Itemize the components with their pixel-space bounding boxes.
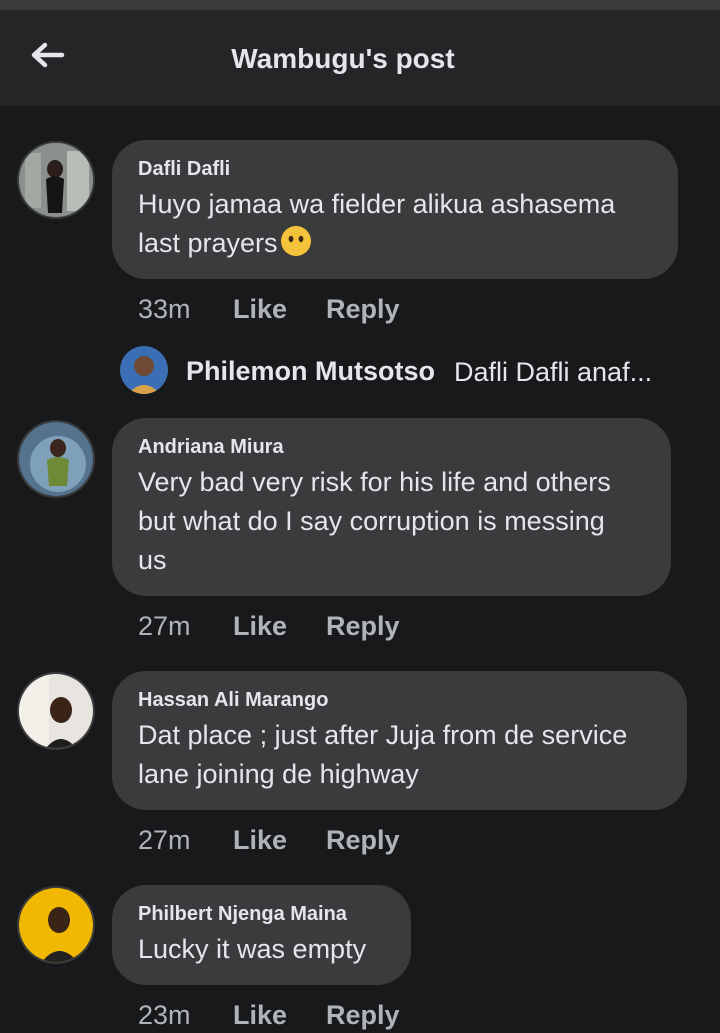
status-bar (0, 0, 720, 10)
comment-time: 23m (138, 1000, 191, 1030)
like-button[interactable]: Like (233, 825, 287, 856)
no-mouth-face-emoji (280, 226, 311, 256)
header: Wambugu's post (0, 10, 720, 106)
like-button[interactable]: Like (233, 1000, 287, 1031)
comment-author[interactable]: Dafli Dafli (138, 157, 652, 181)
like-button[interactable]: Like (233, 611, 287, 642)
reply-author[interactable]: Philemon Mutsotso (186, 356, 435, 387)
comment-text-line: last prayers (138, 224, 652, 263)
comment-time: 33m (138, 294, 191, 324)
comment-text: Dat place ; just after Juja from de serv… (138, 716, 661, 794)
comment-text: Lucky it was empty (138, 930, 385, 969)
comment-bubble: Dafli Dafli Huyo jamaa wa fielder alikua… (112, 140, 678, 279)
comment-bubble: Hassan Ali Marango Dat place ; just afte… (112, 671, 687, 810)
comment-author[interactable]: Philbert Njenga Maina (138, 902, 385, 926)
like-button[interactable]: Like (233, 294, 287, 325)
comment-author[interactable]: Andriana Miura (138, 435, 645, 459)
avatar[interactable] (120, 346, 168, 394)
reply-button[interactable]: Reply (326, 294, 400, 325)
comment-time: 27m (138, 825, 191, 855)
avatar[interactable] (17, 672, 95, 750)
comment-text-line: Huyo jamaa wa fielder alikua ashasema (138, 189, 616, 219)
comment-bubble: Andriana Miura Very bad very risk for hi… (112, 418, 671, 596)
comment-text: Very bad very risk for his life and othe… (138, 463, 645, 580)
comment-text-line: Dat place ; just after Juja from de serv… (138, 720, 628, 750)
comment-text-line: lane joining de highway (138, 759, 419, 789)
avatar[interactable] (17, 886, 95, 964)
reply-button[interactable]: Reply (326, 1000, 400, 1031)
comment-bubble: Philbert Njenga Maina Lucky it was empty (112, 885, 411, 985)
reply-button[interactable]: Reply (326, 611, 400, 642)
comment-author[interactable]: Hassan Ali Marango (138, 688, 661, 712)
avatar[interactable] (17, 420, 95, 498)
reply-button[interactable]: Reply (326, 825, 400, 856)
comment-text-line: Very bad very risk for his life and othe… (138, 467, 611, 497)
comment-text-line-content: last prayers (138, 228, 278, 258)
reply-preview[interactable]: Philemon Mutsotso Dafli Dafli anaf... (120, 346, 700, 396)
page-title: Wambugu's post (231, 43, 455, 74)
comment-time: 27m (138, 611, 191, 641)
comment-text: Huyo jamaa wa fielder alikua ashasema la… (138, 185, 652, 263)
comment-text-line: us (138, 545, 167, 575)
comment-text-line: Lucky it was empty (138, 934, 367, 964)
comment-text-line: but what do I say corruption is messing (138, 506, 605, 536)
avatar[interactable] (17, 141, 95, 219)
reply-text: Dafli Dafli anaf... (454, 357, 653, 387)
